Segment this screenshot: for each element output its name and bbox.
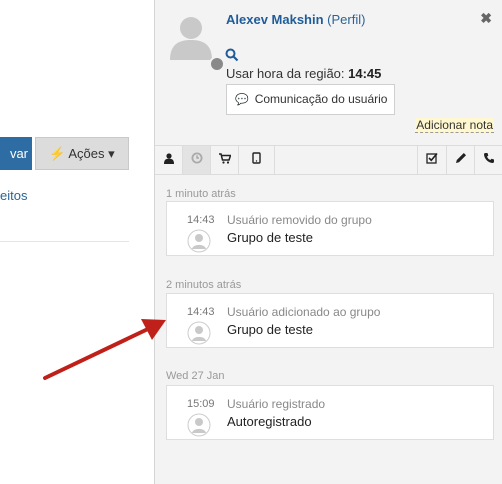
- entry-time: 15:09: [187, 398, 215, 410]
- search-icon[interactable]: [225, 48, 239, 62]
- history-entry: 14:43 Usuário removido do grupo Grupo de…: [166, 201, 494, 256]
- entry-time: 14:43: [187, 306, 215, 318]
- tab-cart[interactable]: [211, 146, 239, 174]
- caret-down-icon: ▾: [108, 146, 115, 161]
- bolt-icon: ⚡: [49, 146, 66, 161]
- timezone-value: 14:45: [348, 66, 382, 81]
- left-link[interactable]: eitos: [0, 188, 27, 203]
- user-name-line: Alexev Makshin (Perfil): [226, 12, 365, 27]
- user-avatar-icon: [187, 413, 211, 437]
- user-avatar-icon: [187, 321, 211, 345]
- history-icon: [191, 152, 202, 164]
- actions-label: Ações: [68, 146, 105, 161]
- group-label: Wed 27 Jan: [166, 370, 225, 382]
- close-icon[interactable]: ✖: [480, 10, 492, 27]
- phone-icon: [484, 153, 494, 163]
- user-communication-button[interactable]: 💬 Comunicação do usuário: [226, 84, 395, 115]
- profile-link[interactable]: (Perfil): [327, 12, 365, 27]
- user-avatar-icon: [187, 229, 211, 253]
- checkbox-icon: [426, 152, 438, 164]
- chat-icon: 💬: [235, 94, 249, 106]
- history-entry: 14:43 Usuário adicionado ao grupo Grupo …: [166, 293, 494, 348]
- background-page: [0, 0, 155, 484]
- tab-tablet[interactable]: [239, 146, 275, 174]
- tab-user[interactable]: [155, 146, 183, 174]
- timezone-label: Usar hora da região:: [226, 66, 345, 81]
- entry-time: 14:43: [187, 214, 215, 226]
- user-name[interactable]: Alexev Makshin: [226, 12, 324, 27]
- add-note-link[interactable]: Adicionar nota: [415, 118, 494, 133]
- pencil-icon: [455, 153, 466, 163]
- user-side-panel: Alexev Makshin (Perfil) ✖ Usar hora da r…: [154, 0, 502, 484]
- entry-action: Usuário removido do grupo: [227, 213, 372, 227]
- tab-phone[interactable]: [475, 146, 502, 174]
- tab-history[interactable]: [183, 146, 211, 174]
- comm-button-label: Comunicação do usuário: [254, 92, 388, 106]
- cart-icon: [218, 153, 232, 164]
- entry-action: Usuário registrado: [227, 397, 326, 411]
- tablet-icon: [252, 152, 261, 164]
- group-label: 2 minutos atrás: [166, 279, 242, 291]
- user-avatar: [170, 17, 212, 60]
- entry-target: Grupo de teste: [227, 230, 313, 245]
- status-dot: [209, 56, 225, 72]
- tab-tasks[interactable]: [417, 146, 447, 174]
- save-button[interactable]: var: [0, 137, 32, 170]
- group-label: 1 minuto atrás: [166, 188, 236, 200]
- tab-edit[interactable]: [447, 146, 475, 174]
- entry-action: Usuário adicionado ao grupo: [227, 305, 381, 319]
- entry-target: Autoregistrado: [227, 414, 312, 429]
- user-icon: [163, 153, 174, 164]
- actions-dropdown-button[interactable]: ⚡ Ações ▾: [35, 137, 129, 170]
- history-entry: 15:09 Usuário registrado Autoregistrado: [166, 385, 494, 440]
- timezone-line: Usar hora da região: 14:45: [226, 66, 381, 81]
- entry-target: Grupo de teste: [227, 322, 313, 337]
- divider: [0, 241, 129, 242]
- panel-tabbar: [155, 145, 502, 175]
